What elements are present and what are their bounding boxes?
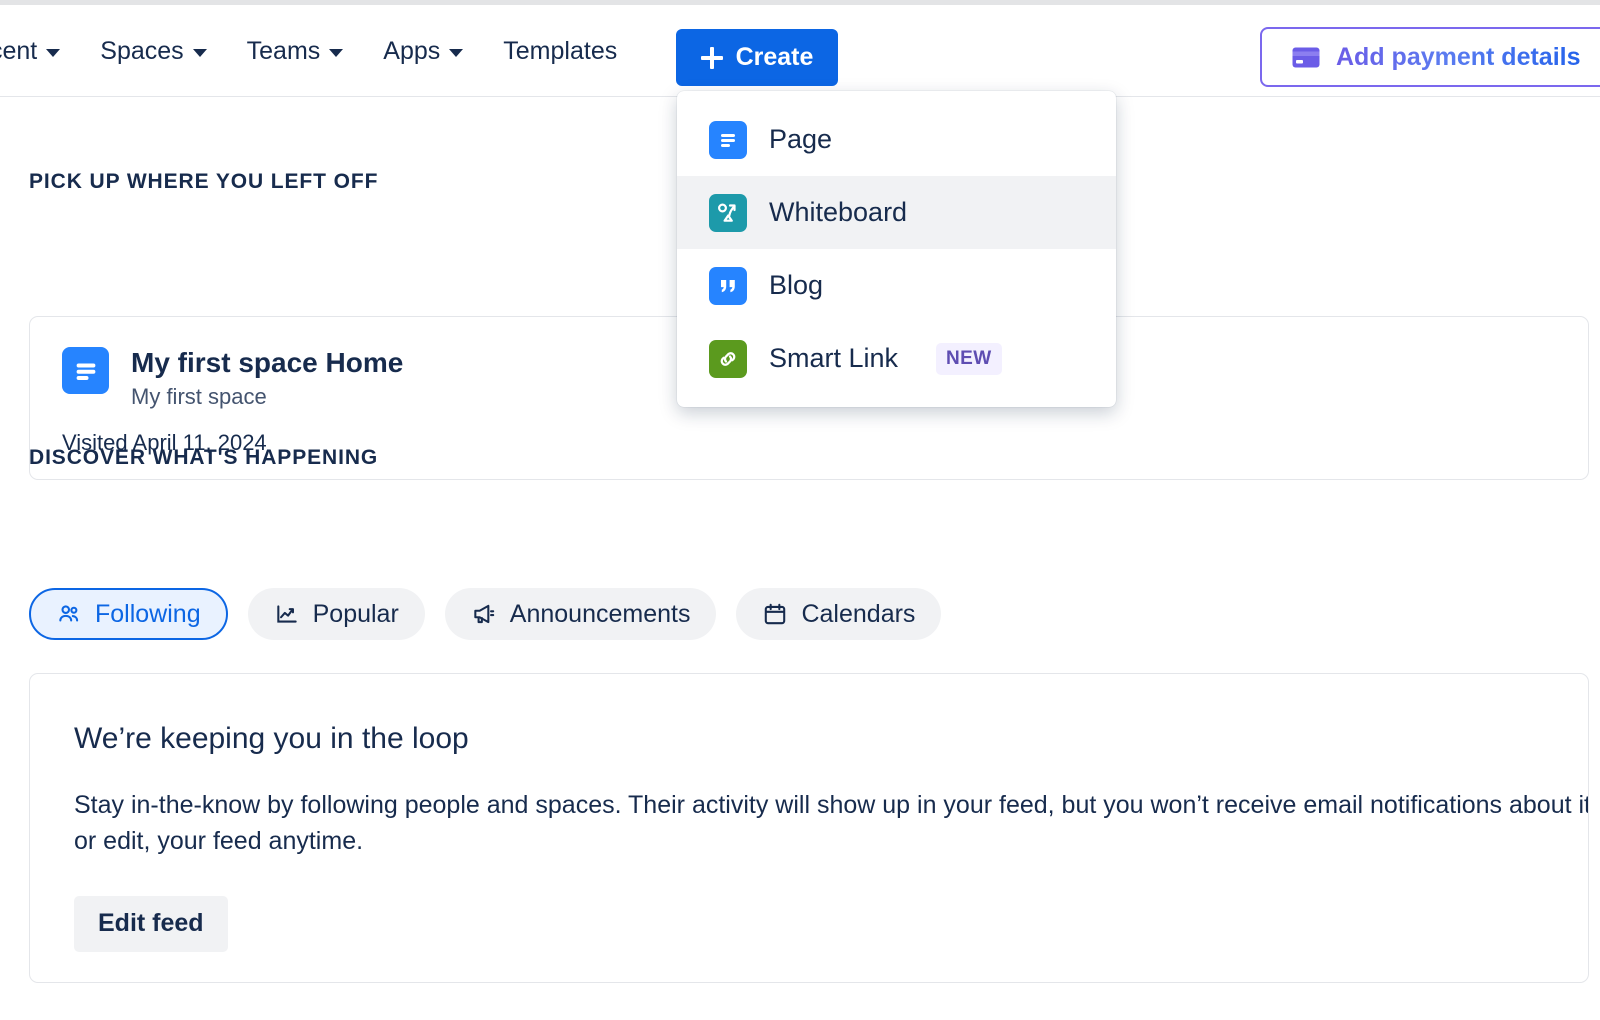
app-header: cent Spaces Teams Apps Templates Create — [0, 5, 1600, 97]
chevron-down-icon — [46, 49, 60, 57]
plus-icon — [701, 47, 723, 69]
nav-item-templates[interactable]: Templates — [485, 29, 635, 74]
chevron-down-icon — [329, 49, 343, 57]
create-menu-dropdown: Page Whiteboard Blog — [677, 91, 1116, 407]
confluence-home-page: cent Spaces Teams Apps Templates Create — [0, 0, 1600, 1020]
credit-card-icon — [1292, 47, 1320, 68]
chip-announcements[interactable]: Announcements — [445, 588, 717, 640]
edit-feed-button[interactable]: Edit feed — [74, 896, 228, 952]
create-menu-item-label: Smart Link — [769, 343, 898, 374]
pick-up-section-title: PICK UP WHERE YOU LEFT OFF — [29, 170, 378, 194]
create-menu-item-smart-link[interactable]: Smart Link NEW — [677, 322, 1116, 395]
create-button[interactable]: Create — [676, 29, 838, 86]
chip-label: Announcements — [510, 600, 691, 629]
nav-item-teams[interactable]: Teams — [229, 29, 362, 74]
chip-label: Popular — [313, 600, 399, 629]
calendar-icon — [762, 601, 788, 627]
nav-item-label: Spaces — [100, 37, 183, 66]
create-menu-item-label: Blog — [769, 270, 823, 301]
nav-item-recent[interactable]: cent — [0, 29, 78, 74]
status-badge: NEW — [936, 343, 1002, 375]
megaphone-icon — [471, 601, 497, 627]
chip-calendars[interactable]: Calendars — [736, 588, 941, 640]
blog-quote-icon — [709, 267, 747, 305]
add-payment-details-label: Add payment details — [1336, 43, 1581, 72]
primary-navigation: cent Spaces Teams Apps Templates — [0, 5, 637, 97]
create-menu-item-blog[interactable]: Blog — [677, 249, 1116, 322]
create-menu-item-page[interactable]: Page — [677, 103, 1116, 176]
discover-filter-chips: Following Popular Announcements — [29, 588, 941, 640]
discover-section-title: DISCOVER WHAT'S HAPPENING — [29, 446, 378, 470]
chevron-down-icon — [193, 49, 207, 57]
smart-link-icon — [709, 340, 747, 378]
chip-following[interactable]: Following — [29, 588, 228, 640]
create-button-label: Create — [736, 43, 814, 72]
nav-item-label: Apps — [383, 37, 440, 66]
recent-card-title: My first space Home — [131, 347, 403, 379]
add-payment-details-button[interactable]: Add payment details — [1260, 27, 1600, 87]
page-icon — [62, 347, 109, 394]
create-menu-item-label: Page — [769, 124, 832, 155]
nav-item-label: Templates — [503, 37, 617, 66]
chevron-down-icon — [449, 49, 463, 57]
nav-item-apps[interactable]: Apps — [365, 29, 481, 74]
feed-empty-state-card: We’re keeping you in the loop Stay in-th… — [29, 673, 1589, 983]
whiteboard-icon — [709, 194, 747, 232]
feed-description: Stay in-the-know by following people and… — [74, 787, 1589, 860]
nav-item-spaces[interactable]: Spaces — [82, 29, 224, 74]
create-menu-item-whiteboard[interactable]: Whiteboard — [677, 176, 1116, 249]
feed-heading: We’re keeping you in the loop — [74, 722, 1588, 756]
recent-card-space: My first space — [131, 384, 403, 410]
nav-item-label: Teams — [247, 37, 321, 66]
trending-up-icon — [274, 601, 300, 627]
chip-label: Following — [95, 600, 201, 629]
recent-card-text: My first space Home My first space — [131, 347, 403, 410]
chip-label: Calendars — [801, 600, 915, 629]
nav-item-label: cent — [0, 37, 37, 66]
page-icon — [709, 121, 747, 159]
people-icon — [56, 601, 82, 627]
chip-popular[interactable]: Popular — [248, 588, 425, 640]
create-menu-item-label: Whiteboard — [769, 197, 907, 228]
